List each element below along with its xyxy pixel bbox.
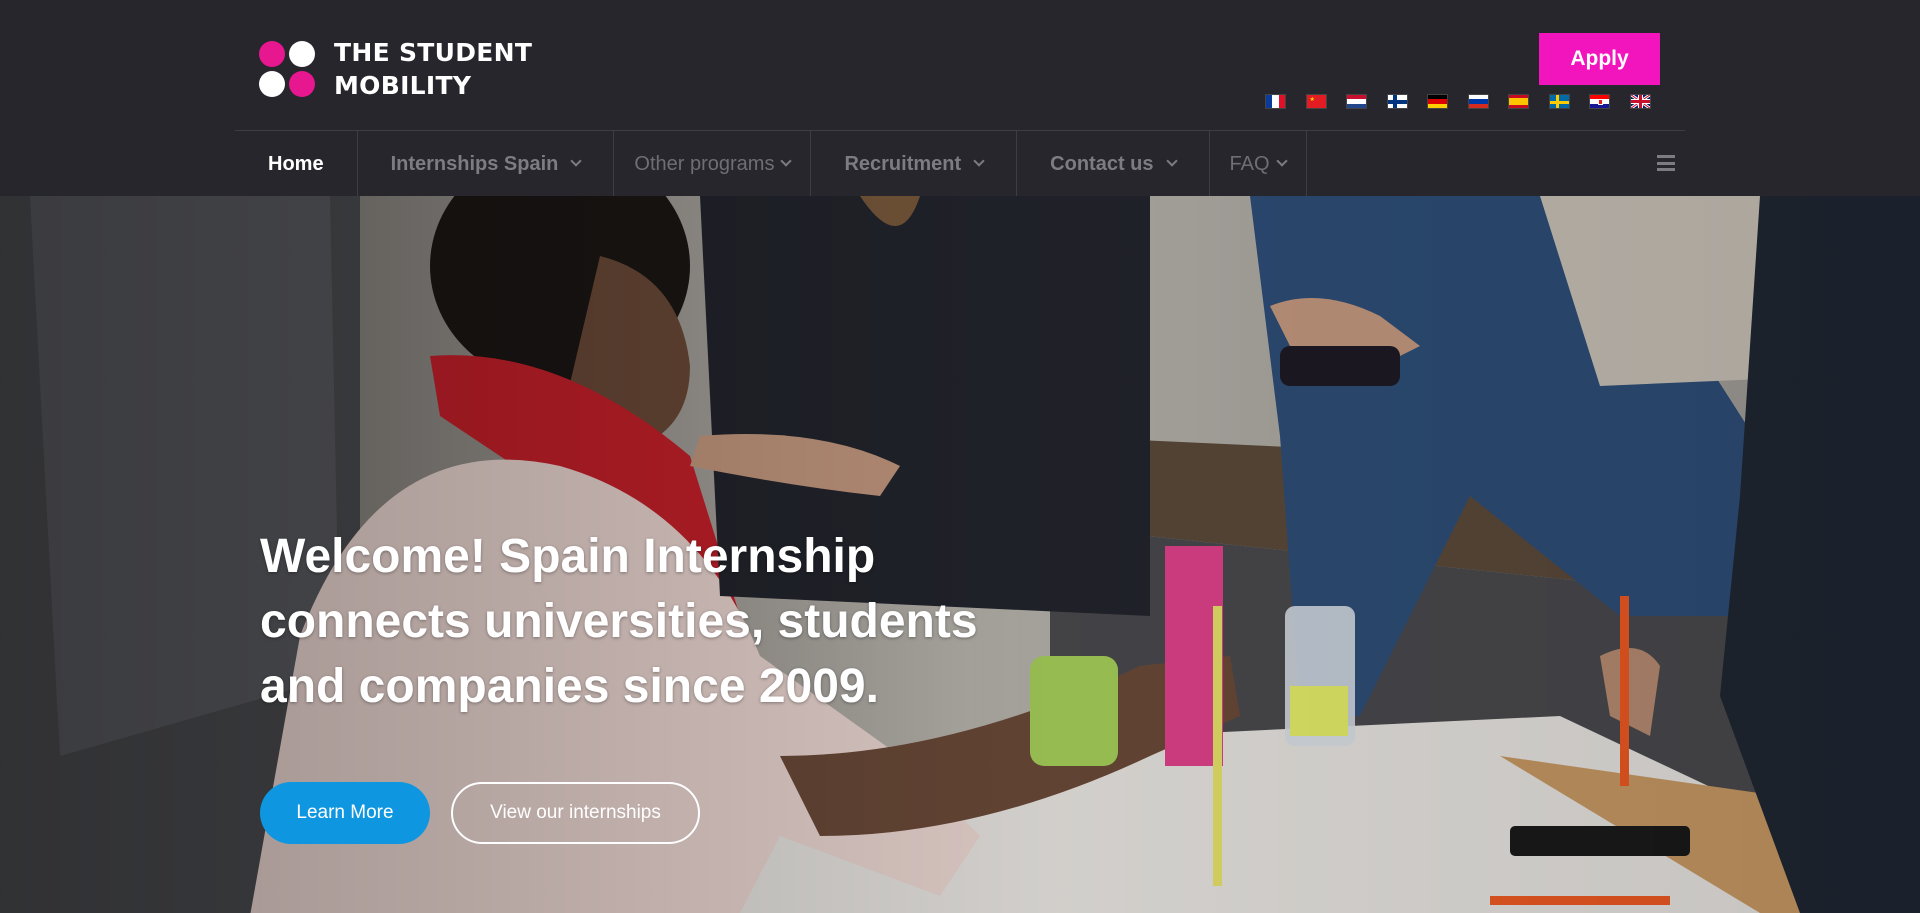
logo-line-1: THE STUDENT [334, 38, 533, 67]
nav-label-internships-spain: Internships Spain [390, 152, 559, 175]
nav-item-faq[interactable]: FAQ [1210, 131, 1307, 197]
hamburger-menu-icon[interactable] [1657, 155, 1675, 171]
logo-text: THE STUDENT MOBILITY [334, 36, 532, 102]
flag-uk-icon[interactable] [1629, 94, 1651, 109]
flag-china-icon[interactable]: ★ [1305, 94, 1327, 109]
flag-russia-icon[interactable] [1467, 94, 1489, 109]
chevron-down-icon [973, 155, 985, 167]
chevron-down-icon [1165, 155, 1178, 167]
site-logo[interactable]: THE STUDENT MOBILITY [259, 36, 532, 102]
nav-label-home: Home [268, 152, 324, 175]
learn-more-button[interactable]: Learn More [260, 782, 430, 844]
nav-label-other-programs: Other programs [634, 152, 775, 175]
nav-item-internships-spain[interactable]: Internships Spain [358, 131, 615, 197]
flag-spain-icon[interactable] [1508, 94, 1529, 109]
chevron-down-icon [780, 155, 793, 167]
logo-line-2: MOBILITY [334, 71, 472, 100]
nav-item-recruitment[interactable]: Recruitment [811, 131, 1018, 197]
flag-croatia-icon[interactable] [1589, 94, 1610, 109]
nav-label-contact-us: Contact us [1050, 152, 1154, 175]
hero-title: Welcome! Spain Internship connects unive… [260, 530, 978, 713]
chevron-down-icon [1275, 155, 1288, 167]
nav-item-home[interactable]: Home [235, 131, 358, 197]
apply-button[interactable]: Apply [1539, 33, 1660, 85]
flag-france-icon[interactable] [1265, 94, 1286, 109]
chevron-down-icon [570, 155, 583, 167]
main-navigation: Home Internships Spain Other programs Re… [235, 130, 1685, 197]
flag-germany-icon[interactable] [1427, 94, 1448, 109]
logo-dots-icon [259, 41, 317, 97]
language-selector: ★ [1265, 94, 1651, 109]
nav-item-contact-us[interactable]: Contact us [1017, 131, 1210, 197]
flag-finland-icon[interactable] [1386, 94, 1408, 109]
view-internships-button[interactable]: View our internships [451, 782, 700, 844]
hero-section: Welcome! Spain Internship connects unive… [0, 196, 1920, 913]
flag-netherlands-icon[interactable] [1346, 94, 1367, 109]
nav-label-faq: FAQ [1229, 152, 1270, 175]
nav-item-other-programs[interactable]: Other programs [614, 131, 812, 197]
site-header: THE STUDENT MOBILITY Apply ★ Home Intern… [0, 0, 1920, 197]
nav-label-recruitment: Recruitment [844, 152, 962, 175]
flag-sweden-icon[interactable] [1548, 94, 1570, 109]
